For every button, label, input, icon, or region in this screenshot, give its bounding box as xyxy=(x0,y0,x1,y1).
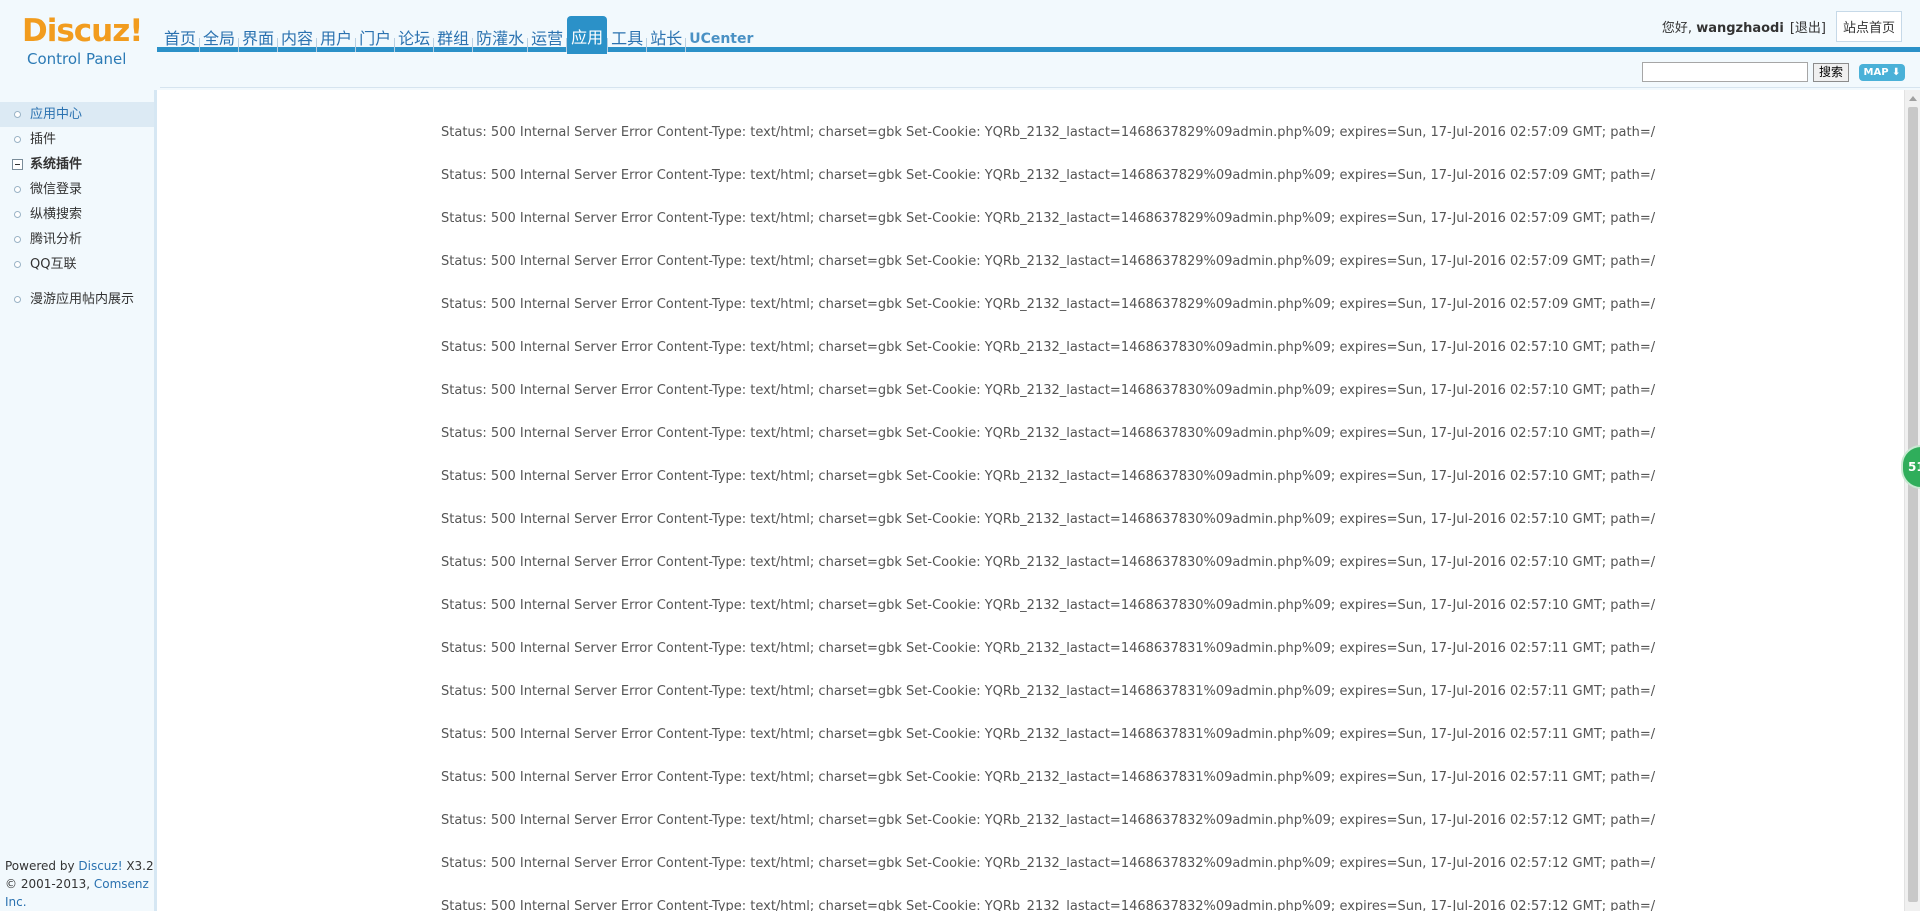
log-line: Status: 500 Internal Server Error Conten… xyxy=(441,469,1656,484)
logo-brand: Discuz! xyxy=(22,13,143,49)
log-line: Status: 500 Internal Server Error Conten… xyxy=(441,340,1656,355)
nav-tab-label[interactable]: 工具 xyxy=(608,18,646,52)
bullet-icon xyxy=(14,136,21,143)
nav-tab-label[interactable]: 界面 xyxy=(239,18,277,52)
log-line: Status: 500 Internal Server Error Conten… xyxy=(441,555,1656,570)
scrollbar-thumb[interactable] xyxy=(1908,107,1918,902)
sidebar-item-wechat-login[interactable]: 微信登录 xyxy=(0,177,154,202)
log-line: Status: 500 Internal Server Error Conten… xyxy=(441,297,1656,312)
nav-tab[interactable]: 首页 xyxy=(161,18,199,52)
nav-tab[interactable]: 门户 xyxy=(356,18,394,52)
nav-tab[interactable]: 全局 xyxy=(200,18,238,52)
log-line: Status: 500 Internal Server Error Conten… xyxy=(441,770,1656,785)
log-line: Status: 500 Internal Server Error Conten… xyxy=(441,426,1656,441)
scroll-up-icon[interactable] xyxy=(1909,96,1917,101)
nav-tab[interactable]: 应用 xyxy=(567,16,608,54)
nav-tab[interactable]: 站长 xyxy=(647,18,685,52)
log-line: Status: 500 Internal Server Error Conten… xyxy=(441,254,1656,269)
nav-tab-label[interactable]: 站长 xyxy=(647,18,685,52)
logout-link[interactable]: [退出] xyxy=(1790,17,1826,36)
bullet-icon xyxy=(14,296,21,303)
nav-tab-label[interactable]: UCenter xyxy=(686,18,756,52)
sidebar-group-system-plugins[interactable]: 系统插件 xyxy=(0,152,154,177)
nav-tab-label[interactable]: 门户 xyxy=(356,18,394,52)
nav-tab-label[interactable]: 用户 xyxy=(317,18,355,52)
nav-tab[interactable]: 运营 xyxy=(528,18,566,52)
error-log: Status: 500 Internal Server Error Conten… xyxy=(441,125,1655,911)
user-greeting: 您好, wangzhaodi xyxy=(1661,21,1784,36)
nav-tab-label[interactable]: 全局 xyxy=(200,18,238,52)
nav-tab-label[interactable]: 论坛 xyxy=(395,18,433,52)
footer: Powered by Discuz! X3.2 © 2001-2013, Com… xyxy=(5,859,154,909)
log-line: Status: 500 Internal Server Error Conten… xyxy=(441,641,1656,656)
top-nav-bar: 首页 全局 界面 内容 用户 门户 论坛 群组 防灌水 运营 应用 工具 站长 UCenter 您好, w… xyxy=(157,0,1920,54)
bullet-icon xyxy=(14,261,21,268)
nav-tab[interactable]: 用户 xyxy=(317,18,355,52)
site-home-button[interactable]: 站点首页 xyxy=(1835,11,1902,42)
main-nav: 首页 全局 界面 内容 用户 门户 论坛 群组 防灌水 运营 应用 工具 站长 UCenter xyxy=(161,14,756,54)
sidebar-item-zongheng-search[interactable]: 纵横搜索 xyxy=(0,202,154,227)
collapse-icon[interactable] xyxy=(12,159,23,170)
log-line: Status: 500 Internal Server Error Conten… xyxy=(441,856,1656,871)
log-line: Status: 500 Internal Server Error Conten… xyxy=(441,727,1656,742)
nav-tab[interactable]: 工具 xyxy=(608,18,646,52)
nav-tab[interactable]: 群组 xyxy=(434,18,472,52)
discuz-link[interactable]: Discuz! xyxy=(78,859,122,873)
log-line: Status: 500 Internal Server Error Conten… xyxy=(441,899,1656,911)
nav-tab[interactable]: 论坛 xyxy=(395,18,433,52)
log-line: Status: 500 Internal Server Error Conten… xyxy=(441,125,1656,140)
username: wangzhaodi xyxy=(1696,21,1784,36)
bullet-icon xyxy=(14,186,21,193)
sidebar: 应用中心 插件 系统插件 微信登录 纵横搜索 腾讯分析 QQ互联 漫游应用帖内展… xyxy=(0,90,157,911)
search-bar: 搜索 MAP ⬇ xyxy=(160,57,1920,88)
log-line: Status: 500 Internal Server Error Conten… xyxy=(441,168,1656,183)
user-box: 您好, wangzhaodi [退出] 站点首页 xyxy=(1662,11,1902,42)
nav-tab-label[interactable]: 防灌水 xyxy=(473,18,527,52)
sidebar-item-app-center[interactable]: 应用中心 xyxy=(0,102,154,127)
log-line: Status: 500 Internal Server Error Conten… xyxy=(441,383,1656,398)
nav-tab-label[interactable]: 群组 xyxy=(434,18,472,52)
nav-tab[interactable]: UCenter xyxy=(686,18,756,52)
main-content: Status: 500 Internal Server Error Conten… xyxy=(160,90,1904,911)
log-line: Status: 500 Internal Server Error Conten… xyxy=(441,512,1656,527)
nav-tab[interactable]: 防灌水 xyxy=(473,18,527,52)
log-line: Status: 500 Internal Server Error Conten… xyxy=(441,211,1656,226)
log-line: Status: 500 Internal Server Error Conten… xyxy=(441,598,1656,613)
search-input[interactable] xyxy=(1642,62,1808,82)
bullet-icon xyxy=(14,236,21,243)
nav-tab-label[interactable]: 首页 xyxy=(161,18,199,52)
search-button[interactable]: 搜索 xyxy=(1813,63,1849,82)
sidebar-item-qq-connect[interactable]: QQ互联 xyxy=(0,252,154,277)
nav-tab-label[interactable]: 内容 xyxy=(278,18,316,52)
log-line: Status: 500 Internal Server Error Conten… xyxy=(441,813,1656,828)
nav-tab-label[interactable]: 应用 xyxy=(567,16,608,54)
map-button[interactable]: MAP ⬇ xyxy=(1859,64,1905,81)
nav-tab-label[interactable]: 运营 xyxy=(528,18,566,52)
sidebar-item-manyou-apps[interactable]: 漫游应用帖内展示 xyxy=(0,287,154,312)
scrollbar[interactable] xyxy=(1904,90,1920,911)
nav-tab[interactable]: 内容 xyxy=(278,18,316,52)
bullet-icon xyxy=(14,211,21,218)
sidebar-item-plugins[interactable]: 插件 xyxy=(0,127,154,152)
nav-tab[interactable]: 界面 xyxy=(239,18,277,52)
log-line: Status: 500 Internal Server Error Conten… xyxy=(441,684,1656,699)
logo-subtitle: Control Panel xyxy=(27,50,127,68)
sidebar-item-tencent-analytics[interactable]: 腾讯分析 xyxy=(0,227,154,252)
bullet-icon xyxy=(14,111,21,118)
logo[interactable]: Discuz! Control Panel xyxy=(0,0,157,90)
